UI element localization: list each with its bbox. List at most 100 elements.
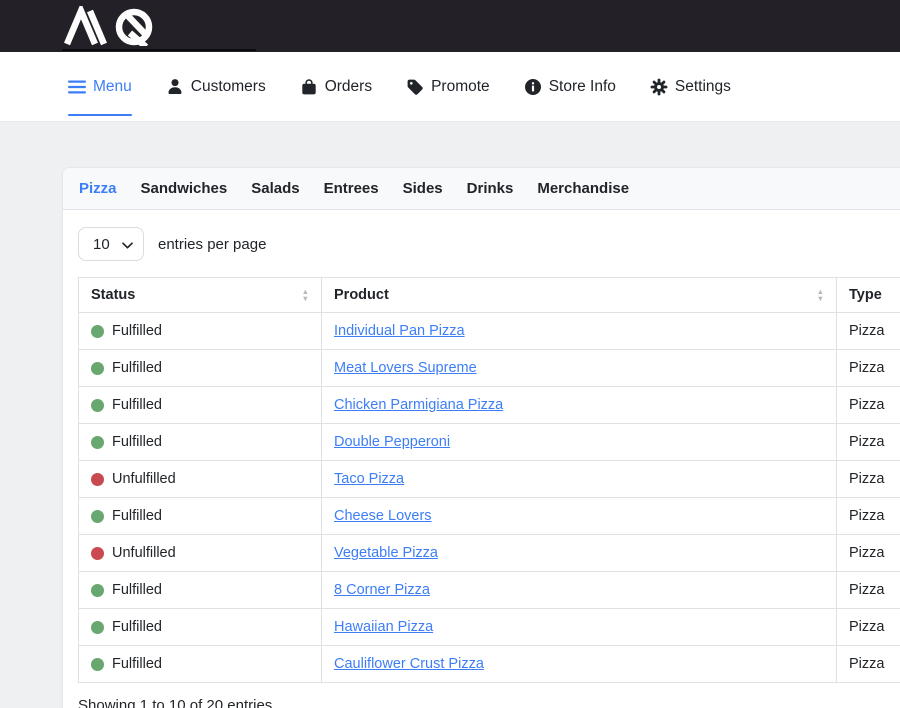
nav-item-label: Customers bbox=[191, 78, 266, 96]
column-header-type[interactable]: Type bbox=[837, 278, 900, 313]
nav-item-promote[interactable]: Promote bbox=[406, 52, 490, 121]
status-cell: Fulfilled bbox=[91, 656, 309, 672]
entries-per-page-label: entries per page bbox=[158, 236, 266, 253]
status-dot-icon bbox=[91, 436, 104, 449]
table-row: Fulfilled 8 Corner Pizza Pizza bbox=[79, 572, 900, 609]
gear-icon bbox=[650, 78, 668, 96]
menu-card: Pizza Sandwiches Salads Entrees Sides Dr… bbox=[62, 167, 900, 708]
status-label: Fulfilled bbox=[112, 508, 162, 524]
status-cell: Fulfilled bbox=[91, 397, 309, 413]
type-label: Pizza bbox=[849, 397, 884, 413]
sort-icon[interactable]: ▲▼ bbox=[817, 288, 824, 302]
bag-icon bbox=[300, 78, 318, 96]
status-label: Fulfilled bbox=[112, 582, 162, 598]
status-dot-icon bbox=[91, 621, 104, 634]
entries-selected-value: 10 bbox=[93, 236, 110, 253]
product-link[interactable]: Taco Pizza bbox=[334, 471, 404, 487]
entries-per-page-select[interactable]: 10 bbox=[78, 227, 144, 261]
type-label: Pizza bbox=[849, 434, 884, 450]
status-label: Fulfilled bbox=[112, 360, 162, 376]
type-label: Pizza bbox=[849, 656, 884, 672]
aiq-logo-icon bbox=[64, 6, 172, 46]
status-cell: Fulfilled bbox=[91, 582, 309, 598]
status-dot-icon bbox=[91, 547, 104, 560]
status-dot-icon bbox=[91, 658, 104, 671]
tab-sides[interactable]: Sides bbox=[403, 180, 443, 197]
table-row: Fulfilled Hawaiian Pizza Pizza bbox=[79, 609, 900, 646]
type-label: Pizza bbox=[849, 323, 884, 339]
logo-underline-strip bbox=[62, 49, 256, 51]
table-row: Fulfilled Chicken Parmigiana Pizza Pizza bbox=[79, 387, 900, 424]
tab-salads[interactable]: Salads bbox=[251, 180, 299, 197]
status-cell: Unfulfilled bbox=[91, 471, 309, 487]
sort-icon[interactable]: ▲▼ bbox=[302, 288, 309, 302]
product-link[interactable]: Cheese Lovers bbox=[334, 508, 432, 524]
status-label: Fulfilled bbox=[112, 619, 162, 635]
product-link[interactable]: Chicken Parmigiana Pizza bbox=[334, 397, 503, 413]
type-label: Pizza bbox=[849, 360, 884, 376]
status-cell: Fulfilled bbox=[91, 434, 309, 450]
nav-item-label: Menu bbox=[93, 78, 132, 96]
nav-item-label: Store Info bbox=[549, 78, 616, 96]
type-label: Pizza bbox=[849, 619, 884, 635]
status-label: Fulfilled bbox=[112, 434, 162, 450]
type-label: Pizza bbox=[849, 545, 884, 561]
type-label: Pizza bbox=[849, 582, 884, 598]
person-icon bbox=[166, 78, 184, 96]
tag-icon bbox=[406, 78, 424, 96]
status-cell: Fulfilled bbox=[91, 360, 309, 376]
status-cell: Fulfilled bbox=[91, 508, 309, 524]
tab-entrees[interactable]: Entrees bbox=[324, 180, 379, 197]
status-cell: Fulfilled bbox=[91, 619, 309, 635]
table-row: Fulfilled Cheese Lovers Pizza bbox=[79, 498, 900, 535]
status-dot-icon bbox=[91, 584, 104, 597]
status-dot-icon bbox=[91, 510, 104, 523]
column-label: Product bbox=[334, 287, 389, 303]
product-link[interactable]: Double Pepperoni bbox=[334, 434, 450, 450]
table-header-row: Status ▲▼ Product ▲▼ Type bbox=[79, 278, 900, 313]
product-link[interactable]: Vegetable Pizza bbox=[334, 545, 438, 561]
card-body: 10 entries per page Status▲▼ Product▲ bbox=[63, 210, 900, 708]
info-icon bbox=[524, 78, 542, 96]
product-link[interactable]: Hawaiian Pizza bbox=[334, 619, 433, 635]
table-row: Unfulfilled Taco Pizza Pizza bbox=[79, 461, 900, 498]
product-link[interactable]: Individual Pan Pizza bbox=[334, 323, 465, 339]
status-label: Unfulfilled bbox=[112, 471, 176, 487]
status-cell: Fulfilled bbox=[91, 323, 309, 339]
status-label: Fulfilled bbox=[112, 323, 162, 339]
brand-logo[interactable] bbox=[64, 6, 172, 51]
tab-sandwiches[interactable]: Sandwiches bbox=[141, 180, 228, 197]
hamburger-icon bbox=[68, 79, 86, 95]
tab-pizza[interactable]: Pizza bbox=[79, 180, 117, 197]
product-link[interactable]: 8 Corner Pizza bbox=[334, 582, 430, 598]
table-row: Fulfilled Double Pepperoni Pizza bbox=[79, 424, 900, 461]
column-label: Status bbox=[91, 287, 135, 303]
table-row: Fulfilled Cauliflower Crust Pizza Pizza bbox=[79, 646, 900, 683]
status-label: Fulfilled bbox=[112, 397, 162, 413]
nav-item-store-info[interactable]: Store Info bbox=[524, 52, 616, 121]
product-link[interactable]: Meat Lovers Supreme bbox=[334, 360, 477, 376]
nav-item-customers[interactable]: Customers bbox=[166, 52, 266, 121]
chevron-down-icon bbox=[122, 236, 133, 253]
nav-item-label: Promote bbox=[431, 78, 490, 96]
table-row: Fulfilled Meat Lovers Supreme Pizza bbox=[79, 350, 900, 387]
category-tabs: Pizza Sandwiches Salads Entrees Sides Dr… bbox=[63, 168, 900, 210]
tab-merchandise[interactable]: Merchandise bbox=[537, 180, 629, 197]
table-row: Unfulfilled Vegetable Pizza Pizza bbox=[79, 535, 900, 572]
status-dot-icon bbox=[91, 399, 104, 412]
nav-item-orders[interactable]: Orders bbox=[300, 52, 372, 121]
type-label: Pizza bbox=[849, 508, 884, 524]
main-content: Pizza Sandwiches Salads Entrees Sides Dr… bbox=[0, 122, 900, 708]
column-header-status[interactable]: Status ▲▼ bbox=[79, 278, 322, 313]
nav-item-menu[interactable]: Menu bbox=[68, 52, 132, 121]
status-dot-icon bbox=[91, 362, 104, 375]
tab-drinks[interactable]: Drinks bbox=[467, 180, 514, 197]
column-header-product[interactable]: Product ▲▼ bbox=[322, 278, 837, 313]
column-label: Type bbox=[849, 287, 882, 303]
status-label: Unfulfilled bbox=[112, 545, 176, 561]
product-link[interactable]: Cauliflower Crust Pizza bbox=[334, 656, 484, 672]
products-table: Status ▲▼ Product ▲▼ Type Fulfilled Indivi… bbox=[78, 277, 900, 683]
nav-item-settings[interactable]: Settings bbox=[650, 52, 731, 121]
status-dot-icon bbox=[91, 473, 104, 486]
primary-nav: Menu Customers Orders Promote Store Info… bbox=[0, 52, 900, 122]
